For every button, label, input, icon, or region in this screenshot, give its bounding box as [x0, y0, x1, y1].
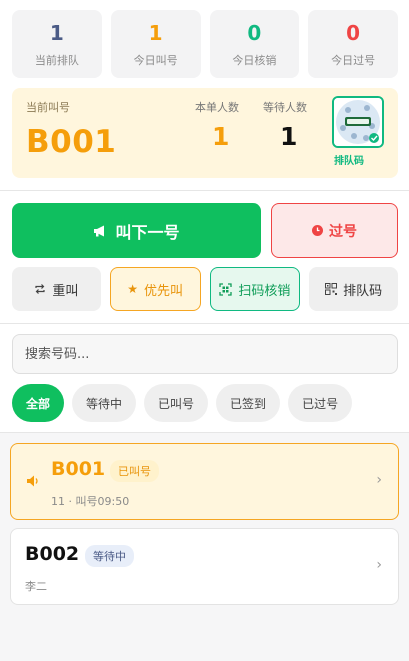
stat-value: 1 [49, 21, 64, 45]
filter-all[interactable]: 全部 [12, 384, 65, 422]
search-input[interactable] [12, 334, 398, 374]
scan-verify-label: 扫码核销 [238, 283, 291, 299]
scan-icon [219, 282, 233, 296]
stats-row: 1 当前排队 1 今日叫号 0 今日核销 0 今日过号 [12, 10, 398, 78]
stat-passed-today: 0 今日过号 [308, 10, 398, 78]
call-next-button[interactable]: 叫下一号 [12, 203, 261, 258]
recall-button[interactable]: 重叫 [12, 267, 101, 311]
queue-item[interactable]: B002 等待中 李二 › [10, 528, 399, 605]
recall-label: 重叫 [52, 283, 79, 299]
order-people-label: 本单人数 [195, 101, 239, 114]
stat-label: 今日过号 [331, 54, 376, 67]
scan-verify-button[interactable]: 扫码核销 [209, 267, 301, 311]
stat-value: 1 [148, 21, 163, 45]
status-badge: 等待中 [85, 545, 134, 567]
filter-waiting[interactable]: 等待中 [72, 384, 137, 422]
stat-label: 今日核销 [232, 54, 277, 67]
qrcode-icon [325, 283, 338, 295]
stat-value: 0 [346, 21, 361, 45]
current-call-number: B001 [26, 124, 117, 160]
qr-image [334, 98, 382, 146]
dashboard-header: 1 当前排队 1 今日叫号 0 今日核销 0 今日过号 当前叫号 B001 本单… [0, 0, 409, 191]
queue-qr-code[interactable] [332, 96, 384, 148]
filter-passed[interactable]: 已过号 [288, 384, 353, 422]
megaphone-icon [94, 225, 105, 236]
chevron-right-icon: › [376, 472, 382, 488]
filter-panel: 全部 等待中 已叫号 已签到 已过号 [0, 324, 409, 433]
qr-caption: 排队码 [334, 156, 364, 167]
stat-verified-today: 0 今日核销 [209, 10, 300, 78]
queue-item-code: B002 [25, 543, 80, 565]
current-call-panel: 当前叫号 B001 本单人数 1 等待人数 1 排队码 [12, 88, 398, 178]
waiting-label: 等待人数 [263, 101, 307, 114]
stat-queueing: 1 当前排队 [12, 10, 102, 78]
current-call-label: 当前叫号 [26, 101, 70, 114]
filter-checked-in[interactable]: 已签到 [216, 384, 281, 422]
stat-label: 今日叫号 [133, 54, 178, 67]
filter-called[interactable]: 已叫号 [144, 384, 209, 422]
speaker-icon [27, 475, 38, 487]
star-icon: ★ [127, 282, 138, 296]
order-people-value: 1 [212, 122, 230, 151]
action-panel: 叫下一号 过号 重叫 ★ 优先叫 扫码核销 排队码 [0, 191, 409, 324]
queue-item-detail: 11 · 叫号09:50 [51, 495, 130, 508]
waiting-value: 1 [280, 122, 298, 151]
queue-item-code: B001 [51, 458, 106, 480]
priority-call-button[interactable]: ★ 优先叫 [109, 267, 201, 311]
priority-label: 优先叫 [144, 283, 184, 299]
clock-icon [312, 225, 323, 236]
queue-item[interactable]: B001 已叫号 11 · 叫号09:50 › [10, 443, 399, 520]
chevron-right-icon: › [376, 557, 382, 573]
status-badge: 已叫号 [110, 460, 159, 482]
pass-button[interactable]: 过号 [271, 203, 398, 258]
queue-code-label: 排队码 [343, 283, 383, 299]
status-filter-tabs: 全部 等待中 已叫号 已签到 已过号 [12, 384, 398, 422]
stat-label: 当前排队 [34, 54, 79, 67]
pass-label: 过号 [329, 223, 357, 240]
queue-code-button[interactable]: 排队码 [309, 267, 398, 311]
queue-item-detail: 李二 [25, 580, 47, 593]
repeat-icon [35, 284, 45, 294]
stat-value: 0 [247, 21, 262, 45]
stat-called-today: 1 今日叫号 [110, 10, 201, 78]
call-next-label: 叫下一号 [115, 222, 180, 242]
queue-list: B001 已叫号 11 · 叫号09:50 › B002 等待中 李二 › [0, 433, 409, 605]
